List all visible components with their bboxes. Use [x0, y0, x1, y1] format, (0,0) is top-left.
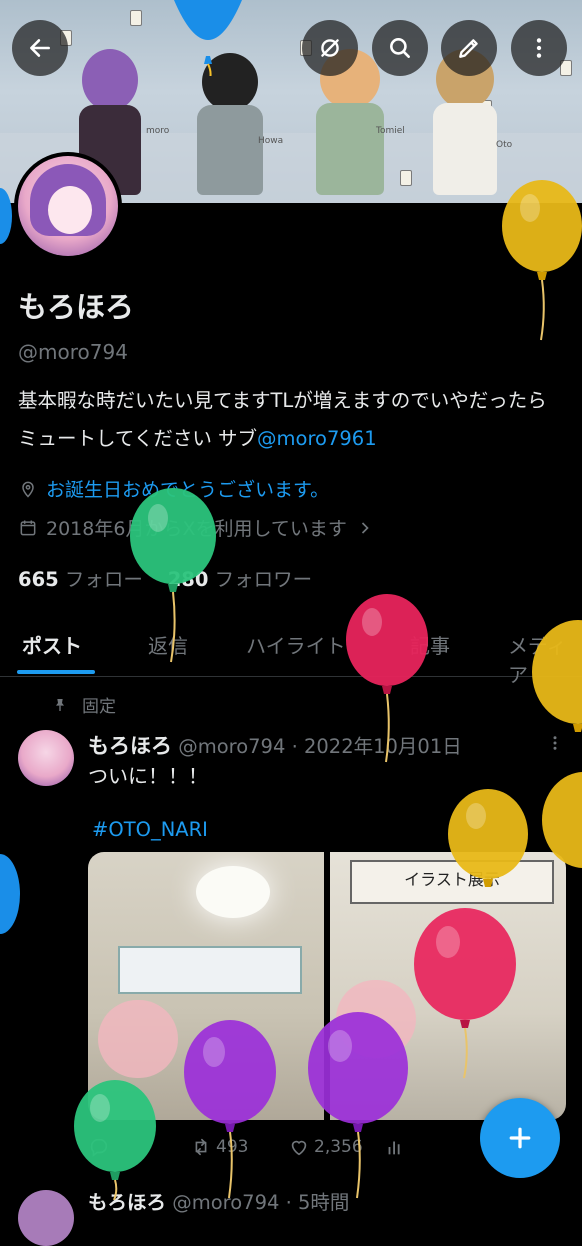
retweet-action[interactable]: 493	[190, 1136, 248, 1158]
cat-character	[336, 980, 416, 1058]
back-button[interactable]	[12, 20, 68, 76]
following-count: 665	[18, 568, 59, 591]
followers-label: フォロワー	[214, 568, 313, 591]
joined-row[interactable]: 2018年6月からXを利用しています	[18, 514, 375, 541]
more-vertical-icon	[536, 38, 542, 58]
chevron-right-icon	[361, 521, 369, 534]
followers-count: 280	[167, 568, 209, 591]
post-media[interactable]: イラスト展示	[88, 852, 566, 1120]
tab-posts[interactable]: ポスト	[22, 630, 82, 659]
exhibit-sign-text: イラスト展示	[404, 870, 500, 889]
post-text: ついに！！！	[88, 764, 208, 788]
post-hashtag[interactable]: #OTO_NARI	[92, 818, 208, 841]
post-avatar[interactable]	[18, 730, 74, 786]
views-icon	[388, 1141, 400, 1155]
next-post-avatar[interactable]	[18, 1190, 74, 1246]
next-post-time: 5時間	[298, 1191, 350, 1214]
compose-button[interactable]	[480, 1098, 560, 1178]
cat-character	[98, 1000, 178, 1078]
back-arrow-icon	[30, 39, 50, 57]
calendar-icon	[20, 520, 36, 535]
heart-icon	[291, 1140, 307, 1156]
tab-media[interactable]: メディア	[508, 630, 582, 688]
bio-link[interactable]: @moro7961	[257, 427, 377, 450]
more-button[interactable]	[511, 20, 567, 76]
tab-articles[interactable]: 記事	[410, 630, 450, 659]
wall-poster	[118, 946, 302, 994]
retweet-count: 493	[216, 1137, 249, 1157]
profile-avatar[interactable]	[14, 152, 122, 260]
views-action[interactable]	[384, 1136, 406, 1158]
post-photo-2[interactable]: イラスト展示	[330, 852, 566, 1120]
banner-character-2	[185, 53, 275, 195]
joined-text: 2018年6月からXを利用しています	[46, 518, 347, 540]
banner-label-4: Oto	[496, 140, 513, 150]
profile-name: もろほろ	[18, 290, 135, 324]
location-pin-icon	[22, 481, 34, 498]
birthday-row: お誕生日おめでとうございます。	[18, 475, 329, 502]
following-stat[interactable]: 665 フォロー	[18, 568, 143, 591]
pin-icon	[56, 698, 64, 711]
edit-icon	[459, 39, 478, 58]
grok-icon	[321, 39, 339, 57]
profile-handle: @moro794	[18, 340, 128, 364]
edit-button[interactable]	[441, 20, 497, 76]
next-post-handle[interactable]: @moro794	[172, 1191, 279, 1214]
post-date: 2022年10月01日	[303, 735, 462, 758]
next-post-author[interactable]: もろほろ	[88, 1191, 166, 1214]
banner-label-3: Tomiel	[376, 126, 405, 136]
next-post-header: もろほろ @moro794 · 5時間	[88, 1191, 350, 1214]
pinned-indicator: 固定	[52, 692, 116, 717]
plus-icon	[509, 1127, 531, 1149]
tab-replies[interactable]: 返信	[148, 630, 188, 659]
exhibit-sign: イラスト展示	[350, 860, 554, 904]
post-author-name[interactable]: もろほろ	[88, 734, 172, 758]
post-header: もろほろ @moro794 · 2022年10月01日	[88, 730, 462, 760]
banner-label-2: Howa	[258, 136, 284, 146]
following-label: フォロー	[64, 568, 143, 591]
more-vertical-icon	[553, 736, 557, 750]
follow-stats: 665 フォロー 280 フォロワー	[18, 563, 312, 592]
post-more-button[interactable]	[546, 732, 564, 758]
tab-highlights[interactable]: ハイライト	[246, 630, 346, 659]
retweet-icon	[195, 1138, 207, 1156]
birthday-text[interactable]: お誕生日おめでとうございます。	[46, 475, 329, 502]
like-count: 2,356	[314, 1137, 363, 1157]
search-icon	[390, 38, 410, 58]
active-tab-indicator	[17, 670, 95, 674]
balloon-blue-left-2	[0, 854, 20, 934]
search-button[interactable]	[372, 20, 428, 76]
banner-label-1: moro	[146, 126, 170, 136]
reply-action[interactable]	[88, 1136, 110, 1158]
avatar-image	[18, 156, 118, 256]
profile-tabs: ポスト 返信 ハイライト 記事 メディア	[0, 618, 582, 687]
post-author-handle[interactable]: @moro794	[178, 735, 285, 758]
ceiling-lamp	[196, 866, 270, 918]
pinned-label: 固定	[82, 697, 116, 717]
followers-stat[interactable]: 280 フォロワー	[168, 568, 312, 591]
reply-icon	[90, 1138, 108, 1157]
profile-bio: 基本暇な時だいたい見てますTLが増えますのでいやだったらミュートしてください サ…	[18, 382, 566, 458]
grok-button[interactable]	[302, 20, 358, 76]
post-photo-1[interactable]	[88, 852, 324, 1120]
post-separator: ·	[291, 735, 298, 758]
like-action[interactable]: 2,356	[288, 1136, 363, 1158]
